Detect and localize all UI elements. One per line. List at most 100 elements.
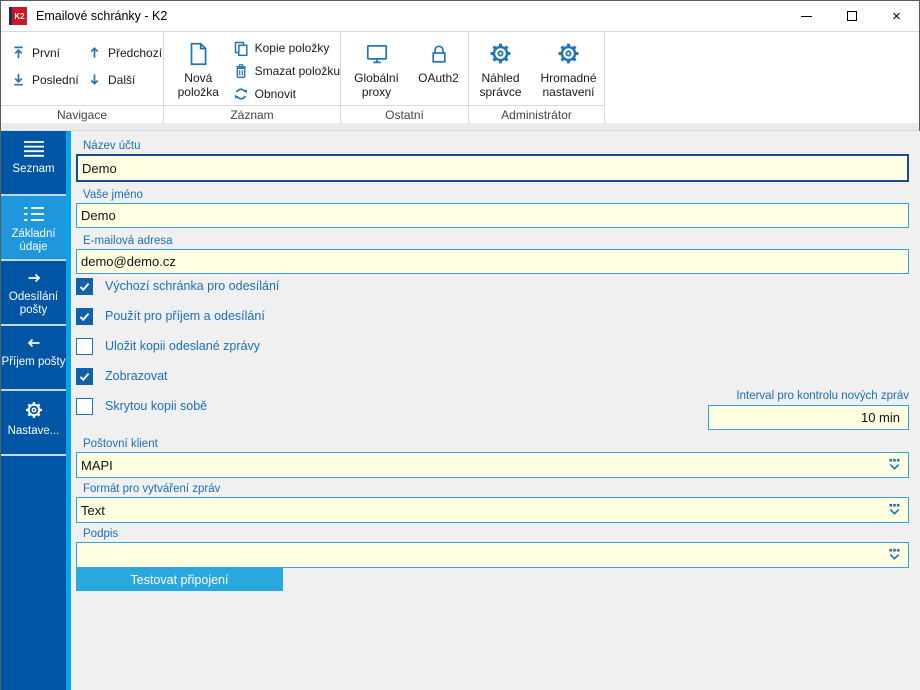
check-icon	[78, 310, 91, 323]
field-label-interval: Interval pro kontrolu nových zpráv	[736, 390, 909, 402]
group-caption-ostatni: Ostatní	[341, 105, 468, 123]
detail-list-icon	[23, 205, 45, 223]
toolbar-bottom-strip	[1, 123, 919, 131]
test-connection-button[interactable]: Testovat připojení	[76, 568, 283, 591]
checkbox-save-copy-label: Uložit kopii odeslané zprávy	[105, 339, 260, 353]
gear-icon	[24, 400, 44, 420]
checkbox-use-send-receive[interactable]	[76, 308, 93, 325]
field-label-vase-jmeno: Vaše jméno	[83, 189, 143, 201]
message-format-value: Text	[81, 503, 887, 518]
oauth2-label: OAuth2	[418, 71, 459, 85]
refresh-icon	[233, 86, 249, 102]
refresh-button[interactable]: Obnovit	[233, 86, 340, 102]
delete-item-label: Smazat položku	[255, 64, 340, 78]
global-proxy-button[interactable]: Globální proxy	[345, 32, 409, 105]
mail-client-dropdown[interactable]: MAPI	[76, 452, 909, 478]
field-label-nazev-uctu: Název účtu	[83, 140, 141, 152]
monitor-icon	[364, 41, 390, 67]
last-button[interactable]: Poslední	[11, 72, 87, 87]
check-interval-input[interactable]	[708, 405, 909, 430]
group-caption-navigace: Navigace	[1, 105, 163, 123]
checkbox-row-use-send-receive[interactable]: Použít pro příjem a odesílání	[76, 307, 265, 325]
sidebar-item-zakladni-udaje-label: Základní údaje	[1, 228, 66, 254]
checkbox-row-bcc-self[interactable]: Skrytou kopii sobě	[76, 397, 207, 415]
admin-preview-label: Náhled správce	[472, 71, 530, 99]
field-label-format-zprav: Formát pro vytváření zpráv	[83, 483, 220, 495]
checkbox-row-save-copy[interactable]: Uložit kopii odeslané zprávy	[76, 337, 260, 355]
maximize-button[interactable]	[829, 1, 874, 31]
app-window: K2 Emailové schránky - K2 × První	[0, 0, 920, 690]
sidebar-item-nastaveni-label: Nastave...	[8, 425, 60, 438]
arrow-down-icon	[87, 72, 102, 87]
window-controls: ×	[784, 1, 919, 31]
checkbox-bcc-self[interactable]	[76, 398, 93, 415]
email-address-input[interactable]	[76, 249, 909, 274]
checkbox-bcc-self-label: Skrytou kopii sobě	[105, 399, 207, 413]
check-icon	[78, 280, 91, 293]
toolbar-group-navigace: První Předchozí Poslední	[1, 32, 164, 123]
trash-icon	[233, 63, 249, 79]
bulk-settings-button[interactable]: Hromadné nastavení	[536, 32, 602, 105]
new-item-button[interactable]: Nová položka	[172, 32, 225, 105]
new-item-label: Nová položka	[172, 71, 225, 99]
dropdown-chevron-icon	[887, 548, 902, 562]
arrow-up-icon	[87, 45, 102, 60]
field-label-podpis: Podpis	[83, 528, 118, 540]
field-label-postovni-klient: Poštovní klient	[83, 438, 158, 450]
minimize-button[interactable]	[784, 1, 829, 31]
oauth2-button[interactable]: OAuth2	[413, 32, 465, 105]
signature-dropdown[interactable]	[76, 542, 909, 568]
gear-icon	[556, 41, 581, 66]
last-button-label: Poslední	[32, 73, 79, 87]
checkbox-row-show[interactable]: Zobrazovat	[76, 367, 168, 385]
field-label-email-adresa: E-mailová adresa	[83, 235, 172, 247]
admin-preview-button[interactable]: Náhled správce	[472, 32, 530, 105]
checkbox-row-default-outbox[interactable]: Výchozí schránka pro odesílání	[76, 277, 279, 295]
toolbar-group-zaznam: Nová položka Kopie položky	[164, 32, 341, 123]
arrow-left-icon	[24, 335, 44, 351]
group-caption-zaznam: Záznam	[164, 105, 340, 123]
gear-icon	[488, 41, 513, 66]
check-icon	[78, 370, 91, 383]
mail-client-value: MAPI	[81, 458, 887, 473]
dropdown-chevron-icon	[887, 503, 902, 517]
first-button-label: První	[32, 46, 60, 60]
menu-lines-icon	[23, 140, 45, 158]
refresh-label: Obnovit	[255, 87, 296, 101]
checkbox-default-outbox[interactable]	[76, 278, 93, 295]
checkbox-use-send-receive-label: Použít pro příjem a odesílání	[105, 309, 265, 323]
new-document-icon	[185, 40, 211, 68]
copy-item-button[interactable]: Kopie položky	[233, 40, 340, 56]
close-button[interactable]: ×	[874, 1, 919, 31]
toolbar-group-administrator: Náhled správce Hromadné nastavení	[469, 32, 605, 123]
lock-icon	[427, 41, 451, 67]
sidebar-item-prijem-posty[interactable]: Příjem pošty	[1, 326, 66, 391]
arrow-right-icon	[24, 270, 44, 286]
checkbox-save-copy[interactable]	[76, 338, 93, 355]
arrow-up-to-bar-icon	[11, 45, 26, 60]
account-name-input[interactable]	[76, 154, 909, 182]
sidebar-item-seznam[interactable]: Seznam	[1, 131, 66, 196]
sidebar-item-odesilani-posty-label: Odesílání pošty	[1, 291, 66, 317]
message-format-dropdown[interactable]: Text	[76, 497, 909, 523]
your-name-input[interactable]	[76, 203, 909, 228]
toolbar-group-ostatni: Globální proxy OAuth2 Ostatní	[341, 32, 469, 123]
checkbox-default-outbox-label: Výchozí schránka pro odesílání	[105, 279, 279, 293]
copy-icon	[233, 40, 249, 56]
copy-item-label: Kopie položky	[255, 41, 330, 55]
previous-button-label: Předchozí	[108, 46, 162, 60]
checkbox-show-label: Zobrazovat	[105, 369, 168, 383]
sidebar-item-nastaveni[interactable]: Nastave...	[1, 391, 66, 456]
delete-item-button[interactable]: Smazat položku	[233, 63, 340, 79]
first-button[interactable]: První	[11, 45, 87, 60]
next-button-label: Další	[108, 73, 135, 87]
checkbox-show[interactable]	[76, 368, 93, 385]
dropdown-chevron-icon	[887, 458, 902, 472]
close-icon: ×	[892, 9, 901, 24]
sidebar-item-odesilani-posty[interactable]: Odesílání pošty	[1, 261, 66, 326]
k2-logo-icon: K2	[9, 7, 27, 25]
group-caption-administrator: Administrátor	[469, 105, 604, 123]
sidebar-item-zakladni-udaje[interactable]: Základní údaje	[1, 196, 66, 261]
toolbar: První Předchozí Poslední	[1, 31, 919, 123]
titlebar: K2 Emailové schránky - K2 ×	[1, 1, 919, 31]
